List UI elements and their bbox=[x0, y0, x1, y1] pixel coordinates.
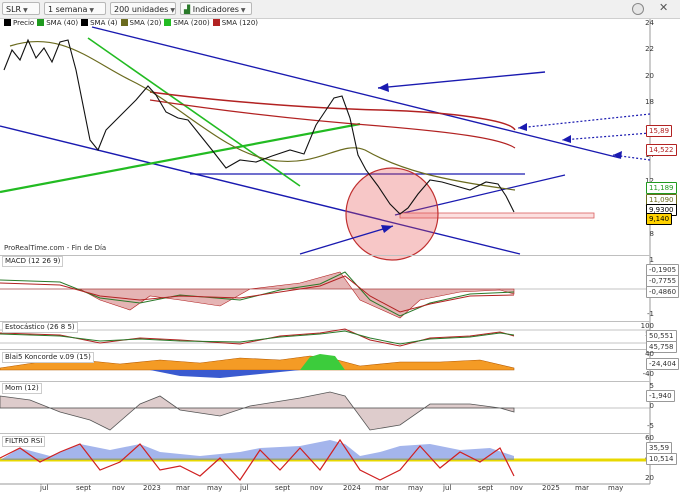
stoch-axis: 10050050,55145,758 bbox=[641, 322, 680, 353]
time-axis-label: sept bbox=[76, 484, 92, 492]
time-axis-label: sept bbox=[478, 484, 494, 492]
arrow-top bbox=[377, 71, 546, 89]
time-axis-label: jul bbox=[40, 484, 49, 492]
axis-tick-label: -1 bbox=[647, 310, 654, 318]
panel-divider bbox=[0, 349, 650, 350]
axis-tick-label: 0 bbox=[649, 402, 654, 410]
price-tick-label: 18 bbox=[645, 98, 654, 107]
time-axis-label: 2023 bbox=[143, 484, 161, 492]
value-tag: 10,514 bbox=[646, 453, 677, 465]
blai5-blue-area bbox=[150, 370, 300, 378]
dotted-arrow-2-head bbox=[562, 135, 571, 143]
price-value-tag: 14,522 bbox=[646, 144, 677, 156]
price-value-tag: 11,189 bbox=[646, 182, 677, 194]
time-axis-label: nov bbox=[112, 484, 125, 492]
time-axis-label: may bbox=[608, 484, 624, 492]
channel-lower-line bbox=[0, 125, 521, 255]
time-axis-label: 2025 bbox=[542, 484, 560, 492]
data-source-credit: ProRealTime.com - Fin de Día bbox=[4, 244, 107, 252]
dotted-arrow-2 bbox=[561, 132, 651, 141]
value-tag: -0,4860 bbox=[646, 286, 680, 298]
axis-tick-label: 5 bbox=[649, 382, 654, 390]
value-tag: -24,404 bbox=[646, 358, 680, 370]
price-tick-label: 8 bbox=[649, 230, 654, 238]
price-tick-label: 22 bbox=[645, 45, 654, 54]
channel-upper-line bbox=[91, 26, 621, 159]
blai5-title[interactable]: Blai5 Koncorde v.09 (15) bbox=[2, 352, 94, 363]
rsi-blue-area bbox=[0, 440, 514, 460]
sma200-line bbox=[0, 122, 361, 194]
time-axis-label: mar bbox=[575, 484, 589, 492]
time-axis-label: 2024 bbox=[343, 484, 361, 492]
axis-tick-label: 60 bbox=[645, 434, 654, 442]
short-trend-line bbox=[87, 37, 301, 187]
time-axis-label: nov bbox=[510, 484, 523, 492]
axis-tick-label: 1 bbox=[649, 256, 654, 264]
panel-divider bbox=[0, 321, 650, 322]
panel-divider bbox=[0, 381, 650, 382]
sma120-line bbox=[149, 91, 516, 131]
price-value-tag: 9,140 bbox=[646, 213, 673, 225]
panel-divider bbox=[0, 433, 650, 434]
rsi-axis: 60402035,5910,514 bbox=[645, 434, 680, 484]
price-tick-label: 20 bbox=[645, 71, 654, 80]
time-axis-label: nov bbox=[310, 484, 323, 492]
time-axis-label: mar bbox=[375, 484, 389, 492]
macd-title[interactable]: MACD (12 26 9) bbox=[2, 256, 64, 267]
time-axis-label: may bbox=[207, 484, 223, 492]
mom-axis: 5 0 -5 -1,940 bbox=[646, 382, 680, 432]
time-axis-label: sept bbox=[275, 484, 291, 492]
axis-tick-label: -40 bbox=[642, 370, 654, 378]
dotted-arrow-1 bbox=[517, 113, 651, 129]
price-tick-label: 24 bbox=[645, 19, 654, 27]
axis-tick-label: 100 bbox=[640, 322, 654, 330]
mom-area bbox=[0, 391, 515, 431]
price-axis: 2422201816141210815,8914,52211,18911,090… bbox=[645, 19, 680, 256]
time-axis-label: may bbox=[408, 484, 424, 492]
time-axis-label: jul bbox=[240, 484, 249, 492]
arrow-top-head bbox=[378, 83, 389, 92]
rsi-title[interactable]: FILTRO RSI bbox=[2, 436, 46, 447]
axis-tick-label: 20 bbox=[645, 474, 654, 482]
sma40-line bbox=[9, 40, 516, 191]
macd-axis: 10-1-0,1905-0,7755-0,4860 bbox=[646, 256, 680, 320]
value-tag: -1,940 bbox=[646, 390, 675, 402]
panel-divider bbox=[0, 255, 650, 256]
axis-tick-label: -5 bbox=[647, 422, 654, 430]
blai5-axis: 400-40-24,404 bbox=[642, 350, 680, 380]
highlight-circle bbox=[345, 167, 439, 261]
dotted-arrow-1-head bbox=[518, 123, 527, 131]
price-value-tag: 15,89 bbox=[646, 125, 673, 137]
price-line bbox=[3, 38, 515, 215]
time-axis-label: jul bbox=[443, 484, 452, 492]
time-axis-label: mar bbox=[176, 484, 190, 492]
stoch-panel bbox=[0, 322, 650, 348]
stoch-title[interactable]: Estocástico (26 8 5) bbox=[2, 322, 78, 333]
axis-tick-label: 40 bbox=[645, 350, 654, 358]
mom-title[interactable]: Mom (12) bbox=[2, 383, 42, 394]
